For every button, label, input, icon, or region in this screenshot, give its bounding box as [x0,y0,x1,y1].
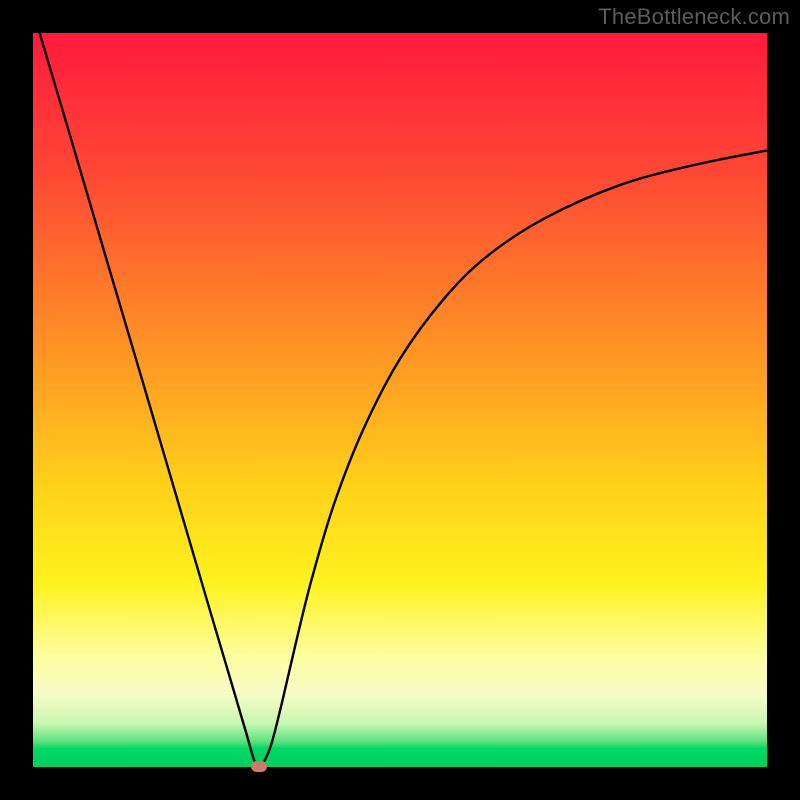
watermark-text: TheBottleneck.com [598,4,790,30]
bottleneck-curve [33,33,767,767]
plot-area [33,33,767,767]
chart-frame: TheBottleneck.com [0,0,800,800]
optimum-marker [251,761,267,772]
